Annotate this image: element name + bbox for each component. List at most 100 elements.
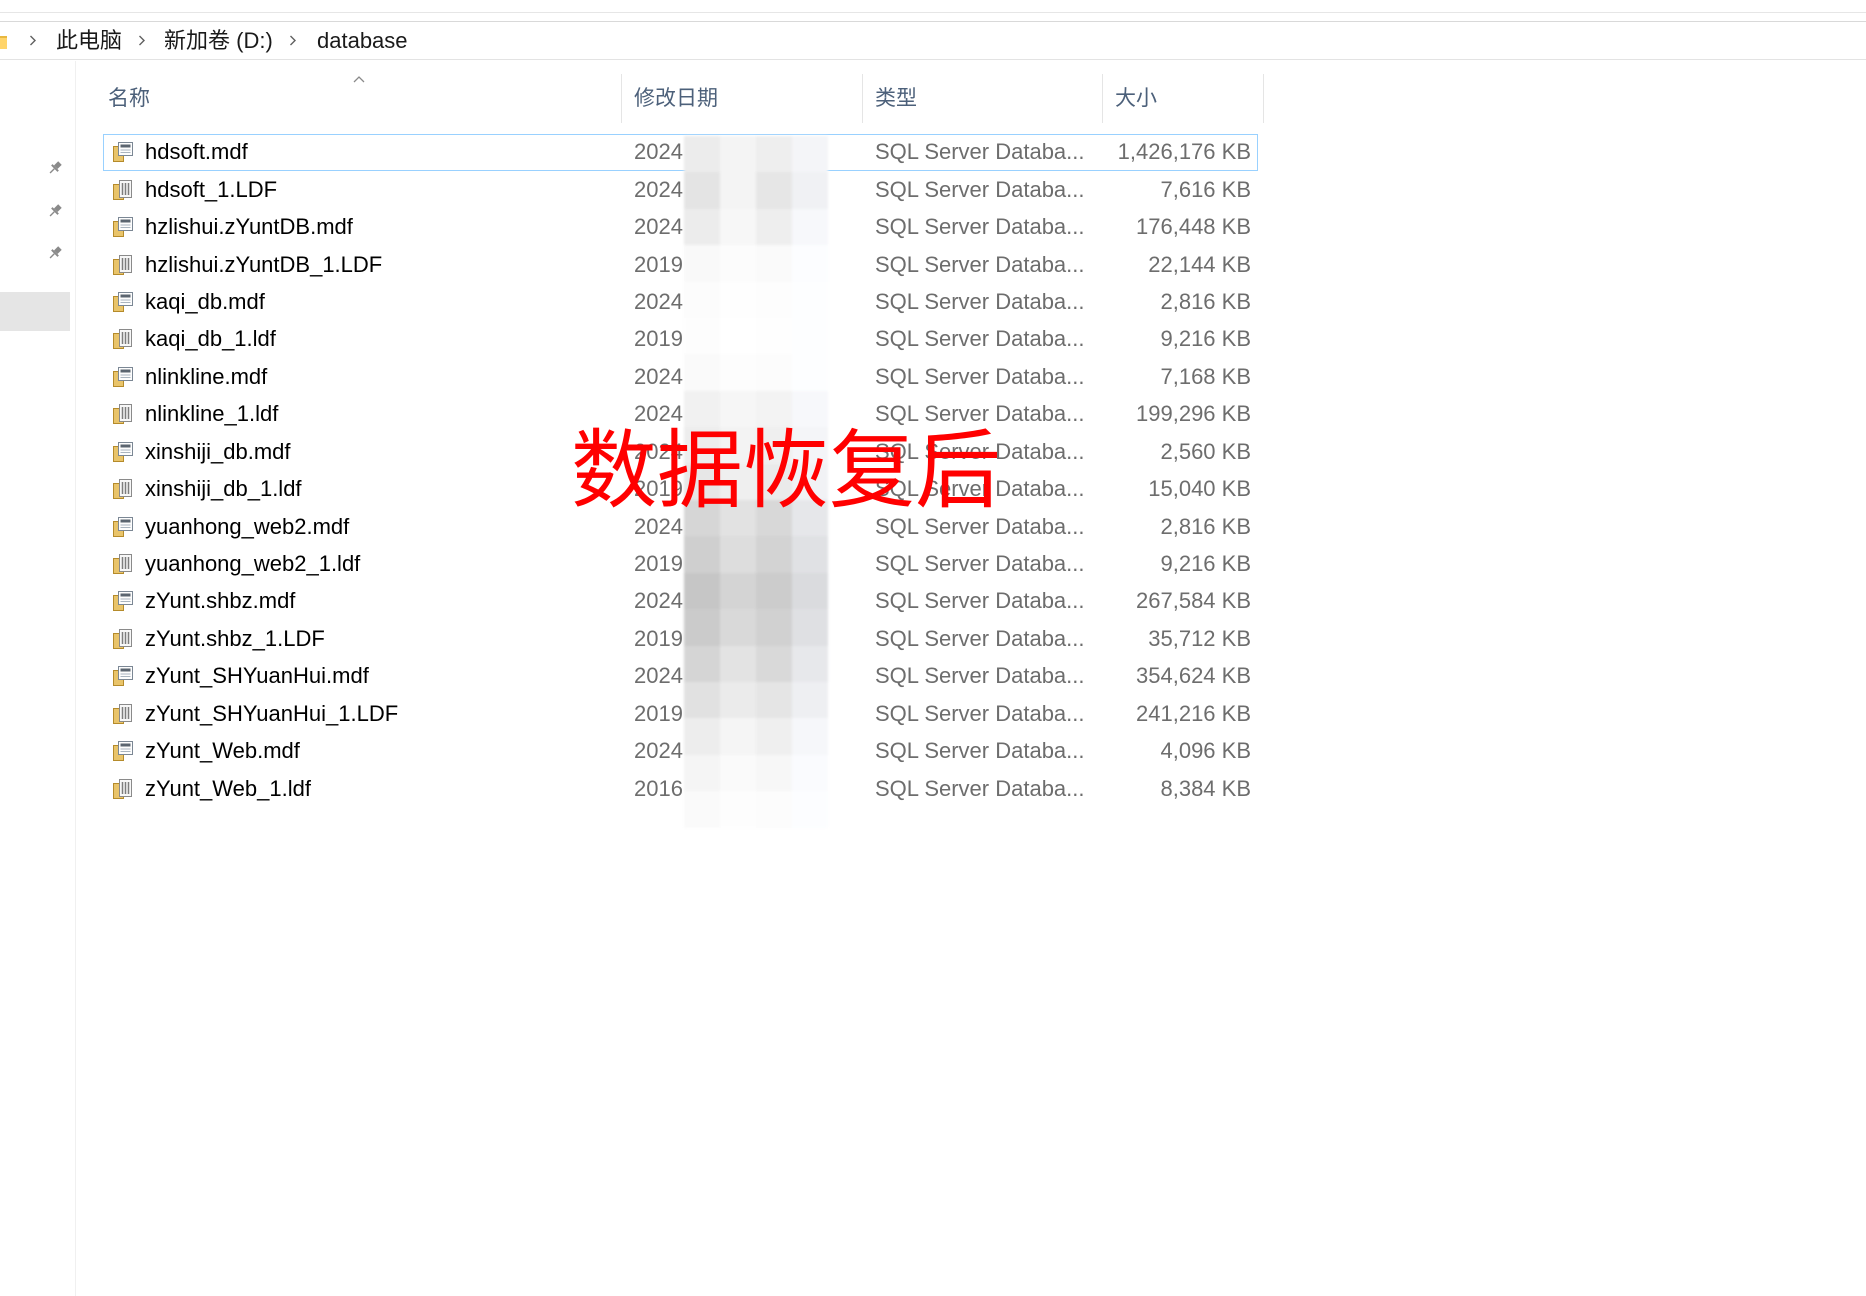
overlay-caption: 数据恢复后 <box>571 421 1001 521</box>
ldf-file-icon <box>111 397 135 432</box>
file-date-modified: 2019 <box>634 700 683 726</box>
file-size: 9,216 KB <box>1160 326 1251 352</box>
file-type: SQL Server Databa... <box>875 214 1085 240</box>
mosaic-block <box>720 281 756 318</box>
file-row[interactable]: hzlishui.zYuntDB.mdf 2024 SQL Server Datab… <box>103 208 1258 245</box>
file-size: 22,144 KB <box>1148 251 1251 277</box>
column-header-date-modified[interactable]: 修改日期 <box>622 74 863 123</box>
file-size: 1,426,176 KB <box>1117 139 1251 165</box>
file-name: hzlishui.zYuntDB_1.LDF <box>145 251 383 277</box>
mosaic-block <box>756 645 792 682</box>
nav-item[interactable] <box>0 148 70 188</box>
file-row[interactable]: zYunt_Web.mdf 2024 SQL Server Databa... 4,0… <box>103 733 1258 770</box>
ldf-file-icon <box>111 771 135 806</box>
file-name: zYunt.shbz_1.LDF <box>145 625 325 651</box>
breadcrumb-this-pc[interactable]: 此电脑 <box>56 22 122 59</box>
file-date-modified: 2024 <box>634 588 683 614</box>
file-size: 35,712 KB <box>1148 625 1251 651</box>
folder-icon <box>0 32 7 50</box>
file-row[interactable]: kaqi_db.mdf 2024 SQL Server Databa... 2,816… <box>103 283 1258 320</box>
file-size: 2,816 KB <box>1160 513 1251 539</box>
file-name: zYunt_SHYuanHui.mdf <box>145 663 369 689</box>
file-type: SQL Server Databa... <box>875 139 1085 165</box>
mosaic-block <box>684 645 720 682</box>
mosaic-block <box>792 682 828 719</box>
file-date-modified: 2024 <box>634 176 683 202</box>
file-row[interactable]: kaqi_db_1.ldf 2019 SQL Server Databa... 9,2… <box>103 321 1258 358</box>
mdf-file-icon <box>111 734 135 769</box>
mosaic-block <box>720 791 756 828</box>
column-header-name[interactable]: 名称 <box>96 74 622 123</box>
mosaic-block <box>792 281 828 318</box>
mosaic-block <box>792 536 828 573</box>
mosaic-block <box>792 609 828 646</box>
mosaic-block <box>792 318 828 355</box>
mosaic-block <box>792 208 828 246</box>
mosaic-block <box>684 136 720 173</box>
column-header-size[interactable]: 大小 <box>1103 74 1264 123</box>
mdf-file-icon <box>111 584 135 619</box>
nav-item-selected[interactable] <box>0 292 70 331</box>
mdf-file-icon <box>111 209 135 244</box>
mosaic-block <box>720 536 756 573</box>
file-row[interactable]: hdsoft_1.LDF 2024 SQL Server Databa... 7,61… <box>103 171 1258 208</box>
mdf-file-icon <box>111 434 135 469</box>
mosaic-block <box>756 354 792 391</box>
file-type: SQL Server Databa... <box>875 738 1085 764</box>
nav-item[interactable] <box>0 191 70 231</box>
mosaic-block <box>792 718 828 755</box>
mosaic-block <box>792 754 828 792</box>
mosaic-block <box>720 318 756 355</box>
mosaic-block <box>756 609 792 646</box>
mosaic-block <box>720 754 756 792</box>
mosaic-block <box>756 245 792 282</box>
file-row[interactable]: zYunt_SHYuanHui_1.LDF 2019 SQL Server Data… <box>103 695 1258 732</box>
file-type: SQL Server Databa... <box>875 625 1085 651</box>
file-date-modified: 2019 <box>634 625 683 651</box>
mosaic-block <box>756 172 792 209</box>
mosaic-block <box>720 354 756 391</box>
breadcrumb-drive-d[interactable]: 新加卷 (D:) <box>164 22 273 59</box>
file-name: nlinkline_1.ldf <box>145 401 279 427</box>
mdf-file-icon <box>111 659 135 694</box>
column-header-type[interactable]: 类型 <box>863 74 1103 123</box>
file-row[interactable]: zYunt.shbz.mdf 2024 SQL Server Databa... 26… <box>103 583 1258 620</box>
mosaic-block <box>756 281 792 318</box>
file-type: SQL Server Databa... <box>875 588 1085 614</box>
file-row[interactable]: yuanhong_web2_1.ldf 2019 SQL Server Databa… <box>103 545 1258 582</box>
ldf-file-icon <box>111 546 135 581</box>
chevron-right-icon[interactable] <box>289 35 297 46</box>
mosaic-block <box>756 136 792 173</box>
chevron-right-icon[interactable] <box>29 35 37 46</box>
column-header-label: 类型 <box>875 87 917 110</box>
mdf-file-icon <box>111 359 135 394</box>
file-type: SQL Server Databa... <box>875 326 1085 352</box>
file-size: 7,616 KB <box>1160 176 1251 202</box>
file-row[interactable]: zYunt_Web_1.ldf 2016 SQL Server Databa... 8… <box>103 770 1258 807</box>
mosaic-block <box>720 136 756 173</box>
mosaic-block <box>756 791 792 828</box>
file-size: 199,296 KB <box>1136 401 1251 427</box>
mosaic-block <box>756 754 792 792</box>
file-row[interactable]: hzlishui.zYuntDB_1.LDF 2019 SQL Server Dat… <box>103 246 1258 283</box>
file-row[interactable]: hdsoft.mdf 2024 SQL Server Databa... 1,426,… <box>103 133 1258 171</box>
mosaic-block <box>684 245 720 282</box>
nav-item[interactable] <box>0 233 70 273</box>
mosaic-block <box>684 572 720 610</box>
address-bar[interactable]: 此电脑 新加卷 (D:) database <box>0 21 1866 60</box>
file-date-modified: 2024 <box>634 288 683 314</box>
ribbon-bottom-border <box>0 12 1866 13</box>
file-row[interactable]: nlinkline.mdf 2024 SQL Server Databa... 7,1… <box>103 358 1258 395</box>
file-name: hzlishui.zYuntDB.mdf <box>145 214 353 240</box>
file-row[interactable]: zYunt_SHYuanHui.mdf 2024 SQL Server Databa… <box>103 658 1258 695</box>
file-size: 2,560 KB <box>1160 438 1251 464</box>
mosaic-block <box>684 718 720 755</box>
file-name: kaqi_db_1.ldf <box>145 326 276 352</box>
chevron-right-icon[interactable] <box>138 35 146 46</box>
file-row[interactable]: zYunt.shbz_1.LDF 2019 SQL Server Databa...… <box>103 620 1258 657</box>
mosaic-block <box>792 645 828 682</box>
file-size: 176,448 KB <box>1136 214 1251 240</box>
mosaic-block <box>720 208 756 246</box>
ldf-file-icon <box>111 621 135 656</box>
breadcrumb-database[interactable]: database <box>317 22 408 59</box>
